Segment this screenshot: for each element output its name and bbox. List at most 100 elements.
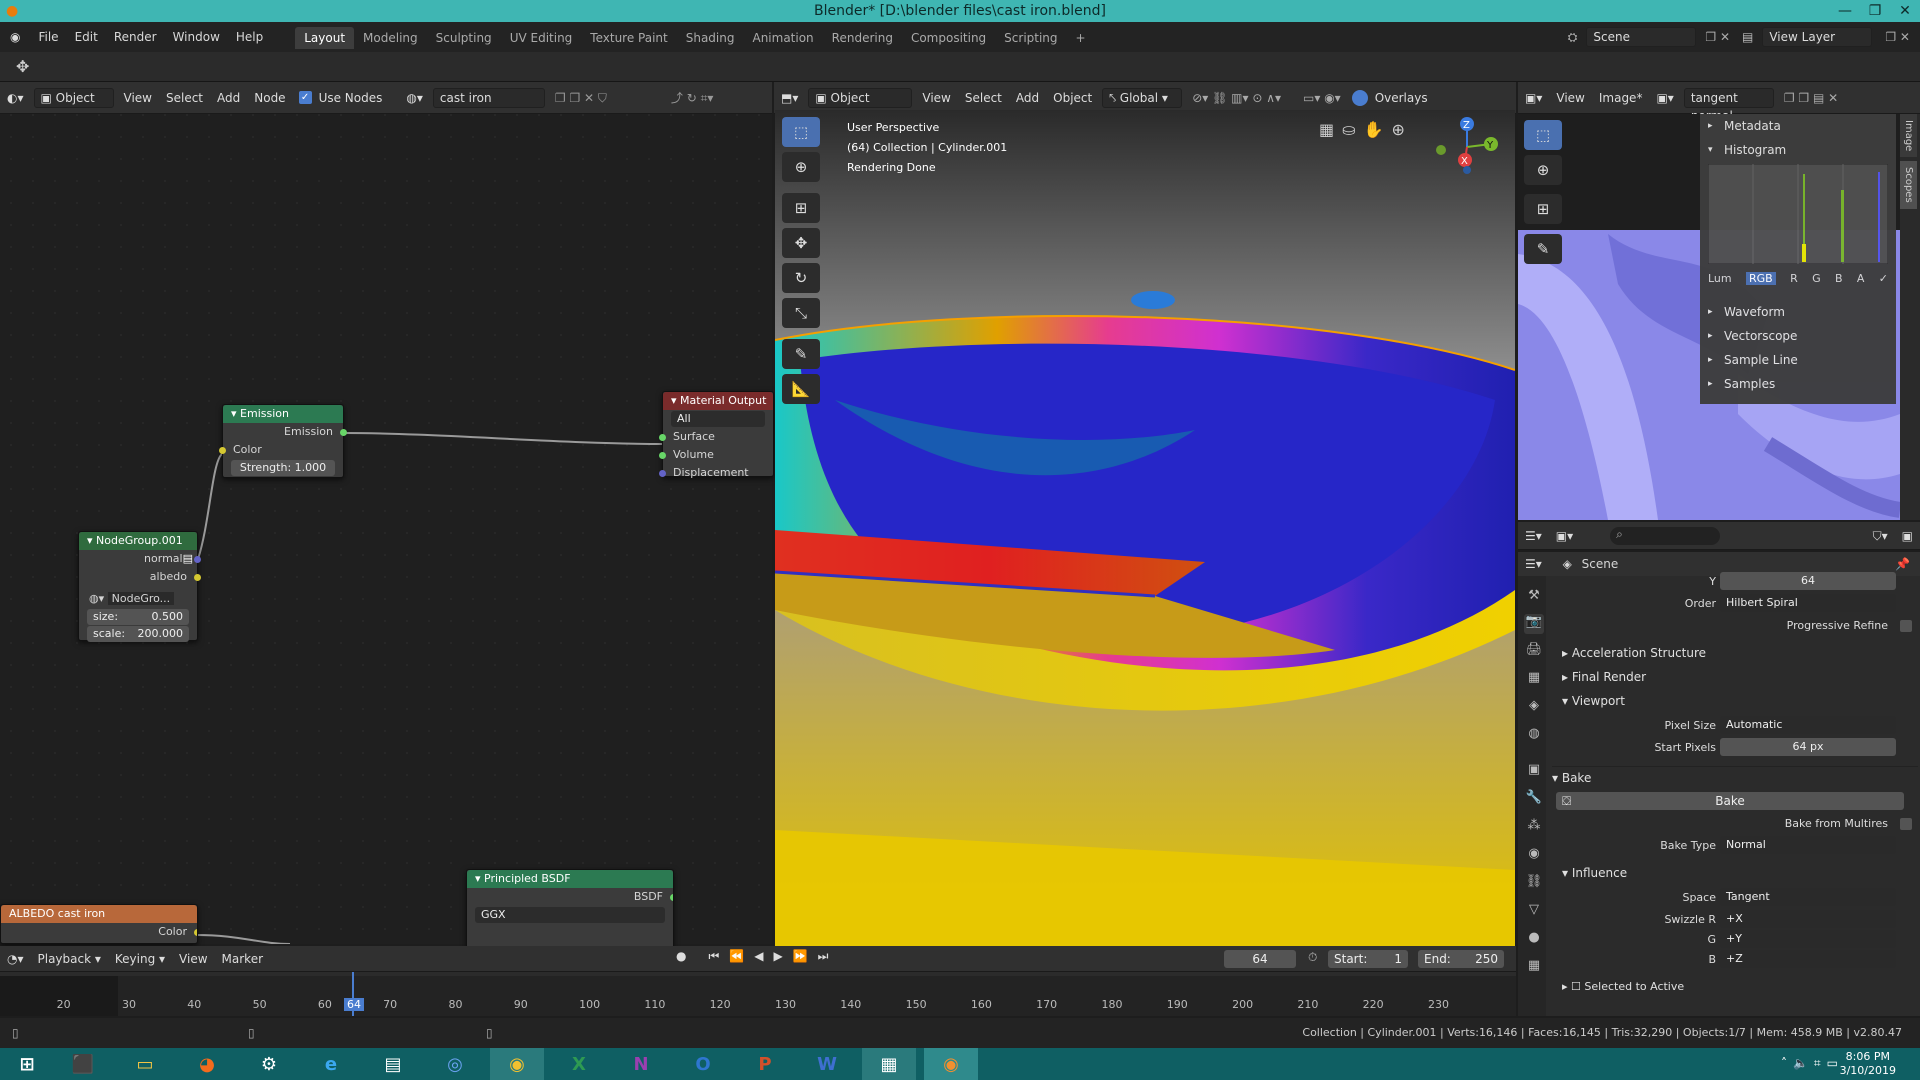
annotate-tool-button[interactable]: ✎ bbox=[782, 339, 820, 369]
prev-keyframe-icon[interactable]: ⏪ bbox=[729, 949, 744, 964]
emission-node[interactable]: ▾ Emission Emission Color Strength: 1.00… bbox=[219, 404, 347, 478]
swizzle-b-dropdown[interactable]: +Z bbox=[1720, 950, 1896, 968]
bake-type-dropdown[interactable]: Normal bbox=[1720, 836, 1896, 854]
image-move-tool-button[interactable]: ⊞ bbox=[1524, 194, 1562, 224]
image-browse-icon[interactable]: ▣▾ bbox=[1649, 87, 1680, 109]
influence-panel[interactable]: ▾ Influence bbox=[1562, 862, 1627, 884]
nodegroup-browse-icon[interactable]: ◍▾ bbox=[89, 592, 108, 605]
modifier-tab-icon[interactable]: 🔧 bbox=[1524, 790, 1544, 810]
final-render-panel[interactable]: ▸ Final Render bbox=[1562, 666, 1646, 688]
menu-edit[interactable]: Edit bbox=[67, 22, 106, 52]
albedo-socket[interactable] bbox=[194, 574, 201, 581]
image-canvas[interactable]: ⬚ ⊕ ⊞ ✎ ▸ Metadata ▾ Histogram Lum RGB R G… bbox=[1518, 114, 1900, 520]
firefox-icon[interactable]: ◕ bbox=[180, 1048, 234, 1080]
new-view-layer-button[interactable]: ❐ ✕ bbox=[1885, 30, 1910, 44]
material-output-header[interactable]: ▾ Material Output bbox=[663, 392, 773, 410]
scene-selector[interactable]: Scene bbox=[1586, 27, 1697, 47]
particles-tab-icon[interactable]: ⁂ bbox=[1524, 818, 1544, 838]
tab-scopes[interactable]: Scopes bbox=[1900, 161, 1917, 210]
chrome-icon[interactable]: ◉ bbox=[490, 1048, 544, 1080]
tab-layout[interactable]: Layout bbox=[295, 27, 355, 49]
image-name-field[interactable]: tangent normal bbox=[1683, 87, 1774, 123]
jump-end-icon[interactable]: ⏭ bbox=[818, 949, 829, 964]
transform-tool-icon[interactable]: ✥ bbox=[16, 57, 29, 76]
tab-modeling[interactable]: Modeling bbox=[354, 27, 427, 49]
tab-rendering[interactable]: Rendering bbox=[823, 27, 902, 49]
data-tab-icon[interactable]: ▽ bbox=[1524, 902, 1544, 922]
viewport-render[interactable] bbox=[775, 110, 1515, 946]
overlays-button[interactable]: Overlays bbox=[1368, 87, 1435, 109]
channel-rgb[interactable]: RGB bbox=[1745, 272, 1776, 285]
mode-selector[interactable]: ▣ Object Mode ▾ bbox=[808, 87, 913, 123]
image-cursor-tool-button[interactable]: ⊕ bbox=[1524, 155, 1562, 185]
bake-from-multires-checkbox[interactable] bbox=[1900, 818, 1912, 830]
histogram-graph[interactable] bbox=[1708, 164, 1888, 264]
tab-texture-paint[interactable]: Texture Paint bbox=[581, 27, 676, 49]
tool-tab-icon[interactable]: ⚒ bbox=[1524, 588, 1544, 608]
albedo-color-socket[interactable] bbox=[194, 929, 197, 936]
image-menu-image[interactable]: Image* bbox=[1592, 87, 1650, 109]
store-icon[interactable]: ⬛ bbox=[56, 1048, 110, 1080]
view-layer-selector[interactable]: View Layer bbox=[1762, 27, 1873, 47]
current-frame-field[interactable]: 64 bbox=[1224, 950, 1296, 968]
viewport-menu-select[interactable]: Select bbox=[958, 87, 1009, 109]
photos-icon[interactable]: ▦ bbox=[862, 1048, 916, 1080]
powerpoint-icon[interactable]: P bbox=[738, 1048, 792, 1080]
clock-icon[interactable]: ⏱ bbox=[1308, 950, 1317, 965]
image-menu-view[interactable]: View bbox=[1549, 87, 1591, 109]
new-scene-button[interactable]: ❐ ✕ bbox=[1705, 30, 1730, 44]
nodegroup-name[interactable]: NodeGro... bbox=[107, 592, 175, 605]
record-icon[interactable]: ● bbox=[676, 949, 686, 964]
menu-file[interactable]: File bbox=[30, 22, 66, 52]
scale-field[interactable]: scale: 200.000 bbox=[87, 626, 189, 642]
properties-type-icon[interactable]: ☰▾ bbox=[1518, 557, 1549, 571]
start-windows-icon[interactable]: ⊞ bbox=[0, 1048, 54, 1080]
volume-icon[interactable]: 🔈 bbox=[1793, 1056, 1814, 1070]
texture-tab-icon[interactable]: ▦ bbox=[1524, 958, 1544, 978]
nodegroup-header[interactable]: ▾ NodeGroup.001 ▤ bbox=[79, 532, 197, 565]
start-frame-field[interactable]: Start: 1 bbox=[1328, 950, 1408, 968]
swizzle-g-dropdown[interactable]: +Y bbox=[1720, 930, 1896, 948]
move-tool-button[interactable]: ✥ bbox=[782, 228, 820, 258]
axis-gizmo[interactable]: Z Y X bbox=[1427, 112, 1507, 182]
material-tab-icon[interactable]: ● bbox=[1524, 930, 1544, 950]
menu-window[interactable]: Window bbox=[165, 22, 228, 52]
add-workspace-button[interactable]: + bbox=[1067, 27, 1095, 49]
rotate-tool-button[interactable]: ↻ bbox=[782, 263, 820, 293]
order-dropdown[interactable]: Hilbert Spiral bbox=[1720, 594, 1896, 612]
material-output-target[interactable]: All bbox=[671, 411, 765, 427]
view-layer-tab-icon[interactable]: ▦ bbox=[1524, 670, 1544, 690]
emission-color-socket[interactable] bbox=[219, 447, 226, 454]
blender-menu-icon[interactable]: ◉ bbox=[0, 30, 30, 44]
measure-tool-button[interactable]: 📐 bbox=[782, 374, 820, 404]
sample-line-panel-header[interactable]: ▸ Sample Line bbox=[1700, 348, 1896, 372]
swizzle-r-dropdown[interactable]: +X bbox=[1720, 910, 1896, 928]
image-annotate-tool-button[interactable]: ✎ bbox=[1524, 234, 1562, 264]
word-icon[interactable]: W bbox=[800, 1048, 854, 1080]
timeline-ruler[interactable]: 20 30 40 50 60 64 70 80 90 100 110 120 130 140 150 160 1… bbox=[0, 972, 1516, 1016]
outliner-type-icon[interactable]: ☰▾ bbox=[1518, 525, 1549, 547]
normal-socket[interactable] bbox=[194, 556, 201, 563]
distribution-dropdown[interactable]: GGX bbox=[475, 907, 665, 923]
keying-menu[interactable]: Keying ▾ bbox=[108, 948, 172, 970]
viewport-3d[interactable]: User Perspective (64) Collection | Cylin… bbox=[775, 110, 1515, 946]
selected-to-active-panel[interactable]: ▸ ☐ Selected to Active bbox=[1562, 976, 1684, 998]
tab-image[interactable]: Image bbox=[1900, 114, 1917, 158]
constraints-tab-icon[interactable]: ⛓ bbox=[1524, 874, 1544, 894]
scene-tab-icon[interactable]: ◈ bbox=[1524, 698, 1544, 718]
image-actions-icon[interactable]: ❐ ❐ ▤ ✕ bbox=[1777, 87, 1845, 109]
play-reverse-icon[interactable]: ◀ bbox=[754, 949, 763, 964]
channel-g[interactable]: G bbox=[1812, 272, 1821, 285]
chromium-icon[interactable]: ◎ bbox=[428, 1048, 482, 1080]
start-pixels-field[interactable]: 64 px bbox=[1720, 738, 1896, 756]
blender-taskbar-icon[interactable]: ◉ bbox=[924, 1048, 978, 1080]
cursor-tool-button[interactable]: ⊕ bbox=[782, 152, 820, 182]
space-dropdown[interactable]: Tangent bbox=[1720, 888, 1896, 906]
tab-compositing[interactable]: Compositing bbox=[902, 27, 995, 49]
waveform-panel-header[interactable]: ▸ Waveform bbox=[1700, 300, 1896, 324]
nodegroup-node[interactable]: ▾ NodeGroup.001 ▤ normal albedo ◍▾ NodeG… bbox=[78, 531, 201, 642]
snap-toggle-icon[interactable]: ⊘▾ ⛓ ▥▾ ⊙ ∧▾ bbox=[1185, 87, 1288, 109]
move-all-tool-button[interactable]: ⊞ bbox=[782, 193, 820, 223]
minimize-button[interactable]: — bbox=[1830, 0, 1860, 22]
principled-bsdf-node[interactable]: ▾ Principled BSDF BSDF GGX bbox=[466, 869, 674, 949]
